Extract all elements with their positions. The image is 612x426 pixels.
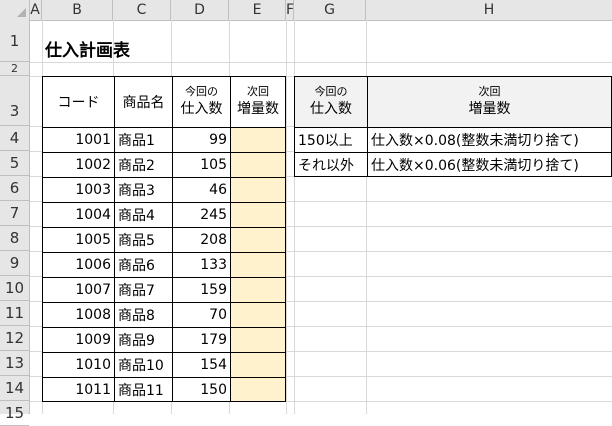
cell-code[interactable]: 1009	[43, 327, 114, 352]
row-header-3[interactable]: 3	[0, 76, 29, 126]
cell-code[interactable]: 1008	[43, 302, 114, 327]
cell-product-name[interactable]: 商品2	[114, 152, 172, 177]
row-header-11[interactable]: 11	[0, 301, 29, 326]
cell-next-increase[interactable]	[230, 377, 285, 401]
cell-code[interactable]: 1001	[43, 127, 114, 152]
cell-product-name[interactable]: 商品8	[114, 302, 172, 327]
column-header-a[interactable]: A	[29, 0, 42, 20]
cell-next-increase[interactable]	[230, 302, 285, 327]
cell-current-qty[interactable]: 208	[172, 227, 230, 252]
cell-current-qty[interactable]: 150	[172, 377, 230, 401]
cell-current-qty[interactable]: 154	[172, 352, 230, 377]
cell-current-qty[interactable]: 105	[172, 152, 230, 177]
column-header-h[interactable]: H	[366, 0, 612, 20]
cell-product-name[interactable]: 商品9	[114, 327, 172, 352]
cell-next-increase[interactable]	[230, 277, 285, 302]
row-header-6[interactable]: 6	[0, 176, 29, 201]
row-header-7[interactable]: 7	[0, 201, 29, 226]
cell-product-name[interactable]: 商品5	[114, 227, 172, 252]
column-header-c[interactable]: C	[113, 0, 171, 20]
header-code[interactable]: コード	[43, 77, 114, 127]
rule-header-current-qty-line1: 今回の	[314, 85, 348, 98]
cell-product-name[interactable]: 商品7	[114, 277, 172, 302]
cell-product-name[interactable]: 商品4	[114, 202, 172, 227]
cell-current-qty[interactable]: 159	[172, 277, 230, 302]
row-header-bar: 1 2 3 4 5 6 7 8 9 10 11 12 13 14 15	[0, 20, 30, 426]
cell-product-name[interactable]: 商品6	[114, 252, 172, 277]
cell-product-name[interactable]: 商品11	[114, 377, 172, 401]
cell-product-name[interactable]: 商品1	[114, 127, 172, 152]
cell-next-increase[interactable]	[230, 227, 285, 252]
column-header-e[interactable]: E	[229, 0, 286, 20]
select-all-corner[interactable]	[0, 0, 30, 20]
rule-condition[interactable]: それ以外	[295, 152, 367, 176]
row-header-2[interactable]: 2	[0, 62, 29, 76]
row-header-9[interactable]: 9	[0, 251, 29, 276]
cell-next-increase[interactable]	[230, 152, 285, 177]
cell-current-qty[interactable]: 133	[172, 252, 230, 277]
cell-code[interactable]: 1002	[43, 152, 114, 177]
cell-code[interactable]: 1007	[43, 277, 114, 302]
header-current-qty-line1: 今回の	[185, 85, 218, 98]
row-header-5[interactable]: 5	[0, 151, 29, 176]
header-next-increase[interactable]: 次回 増量数	[230, 77, 285, 127]
rule-header-next-increase-line1: 次回	[478, 85, 501, 98]
cell-next-increase[interactable]	[230, 252, 285, 277]
cell-next-increase[interactable]	[230, 127, 285, 152]
cell-current-qty[interactable]: 99	[172, 127, 230, 152]
row-header-12[interactable]: 12	[0, 326, 29, 351]
rule-condition[interactable]: 150以上	[295, 127, 367, 152]
row-header-14[interactable]: 14	[0, 376, 29, 401]
row-header-10[interactable]: 10	[0, 276, 29, 301]
rule-header-next-increase-line2: 増量数	[468, 101, 511, 117]
row-header-4[interactable]: 4	[0, 126, 29, 151]
cell-current-qty[interactable]: 179	[172, 327, 230, 352]
row-header-1[interactable]: 1	[0, 20, 29, 62]
cell-code[interactable]: 1006	[43, 252, 114, 277]
cell-current-qty[interactable]: 245	[172, 202, 230, 227]
rule-header-current-qty-line2: 仕入数	[310, 101, 352, 117]
header-current-qty[interactable]: 今回の 仕入数	[172, 77, 230, 127]
cell-next-increase[interactable]	[230, 177, 285, 202]
cell-code[interactable]: 1005	[43, 227, 114, 252]
gridline	[30, 62, 612, 63]
gridline	[286, 20, 287, 414]
header-next-increase-line1: 次回	[247, 85, 269, 98]
column-header-f[interactable]: F	[286, 0, 294, 20]
sheet-title[interactable]: 仕入計画表	[45, 36, 130, 61]
rule-header-current-qty[interactable]: 今回の 仕入数	[295, 77, 367, 127]
cell-code[interactable]: 1011	[43, 377, 114, 401]
cell-product-name[interactable]: 商品3	[114, 177, 172, 202]
header-current-qty-line2: 仕入数	[180, 101, 223, 117]
row-header-8[interactable]: 8	[0, 226, 29, 251]
spreadsheet-grid[interactable]: A B C D E F G H 1 2 3 4 5 6 7 8 9 10 11 …	[0, 0, 612, 426]
cell-code[interactable]: 1003	[43, 177, 114, 202]
cell-next-increase[interactable]	[230, 327, 285, 352]
column-header-g[interactable]: G	[294, 0, 366, 20]
cell-code[interactable]: 1004	[43, 202, 114, 227]
cell-next-increase[interactable]	[230, 352, 285, 377]
cell-code[interactable]: 1010	[43, 352, 114, 377]
rule-formula[interactable]: 仕入数×0.06(整数未満切り捨て)	[367, 152, 612, 176]
column-header-d[interactable]: D	[171, 0, 229, 20]
header-next-increase-line2: 増量数	[237, 101, 279, 117]
column-header-b[interactable]: B	[42, 0, 113, 20]
cell-next-increase[interactable]	[230, 202, 285, 227]
row-header-13[interactable]: 13	[0, 351, 29, 376]
purchase-plan-table: コード 商品名 今回の 仕入数 次回 増量数 1001 商品1 99 1002 …	[42, 76, 286, 402]
column-header-bar: A B C D E F G H	[0, 0, 612, 21]
cell-current-qty[interactable]: 46	[172, 177, 230, 202]
rule-formula[interactable]: 仕入数×0.08(整数未満切り捨て)	[367, 127, 612, 152]
cell-current-qty[interactable]: 70	[172, 302, 230, 327]
increase-rule-table: 今回の 仕入数 次回 増量数 150以上 仕入数×0.08(整数未満切り捨て) …	[294, 76, 612, 177]
rule-header-next-increase[interactable]: 次回 増量数	[367, 77, 612, 127]
cell-product-name[interactable]: 商品10	[114, 352, 172, 377]
header-product-name[interactable]: 商品名	[114, 77, 172, 127]
